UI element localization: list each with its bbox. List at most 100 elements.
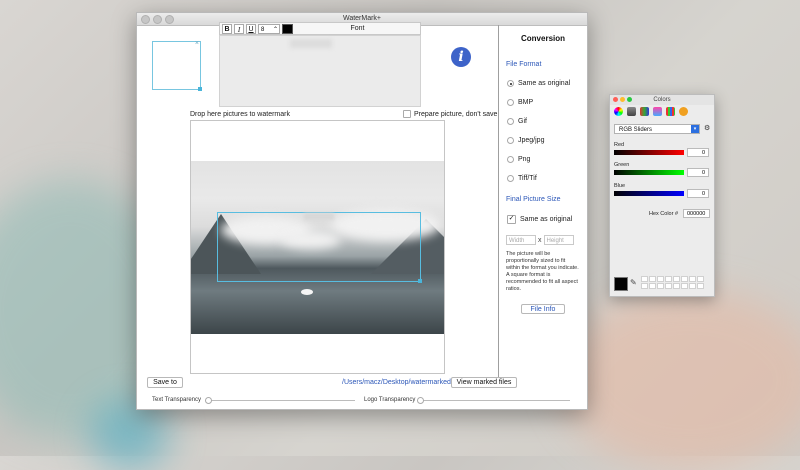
swatch-cell[interactable] — [665, 276, 672, 282]
radio-label: Tiff/Tif — [518, 175, 537, 182]
radio-label: BMP — [518, 99, 534, 106]
palettes-icon[interactable] — [640, 107, 649, 116]
swatch-cell[interactable] — [689, 276, 696, 282]
hex-input[interactable]: 000000 — [683, 209, 710, 218]
colors-title: Colors — [653, 97, 671, 103]
swatch-cell[interactable] — [649, 283, 656, 289]
red-value[interactable]: 0 — [687, 148, 709, 157]
zoom-window-button[interactable] — [627, 97, 632, 102]
bold-button[interactable]: B — [222, 23, 232, 34]
desktop-wallpaper — [90, 400, 170, 470]
blue-value[interactable]: 0 — [687, 189, 709, 198]
red-slider[interactable] — [614, 150, 684, 155]
swatch-cell[interactable] — [649, 276, 656, 282]
format-radio-png[interactable]: Png — [507, 156, 530, 163]
drop-label: Drop here pictures to watermark — [190, 111, 290, 118]
radio-icon[interactable] — [507, 156, 514, 163]
logo-transparency-track[interactable] — [420, 400, 570, 401]
height-input[interactable]: Height — [543, 235, 574, 245]
radio-icon[interactable] — [507, 137, 514, 144]
green-value[interactable]: 0 — [687, 168, 709, 177]
hex-label: Hex Color # — [649, 211, 679, 217]
checkmark-icon[interactable]: ✓ — [507, 215, 516, 224]
crayons-icon[interactable] — [679, 107, 688, 116]
swatch-cell[interactable] — [657, 276, 664, 282]
image-palettes-icon[interactable] — [653, 107, 662, 116]
blue-label: Blue — [614, 183, 626, 189]
divider — [498, 25, 499, 377]
resize-handle[interactable] — [198, 87, 202, 91]
blurred-watermark — [304, 213, 334, 220]
window-controls — [141, 15, 174, 24]
format-radio-bmp[interactable]: BMP — [507, 99, 533, 106]
prepare-label: Prepare picture, don't save — [414, 110, 498, 118]
radio-icon[interactable] — [507, 118, 514, 125]
italic-button[interactable]: I — [234, 23, 244, 34]
radio-icon[interactable] — [507, 175, 514, 182]
save-path: /Users/macz/Desktop/watermarked — [342, 379, 451, 386]
swatch-cell[interactable] — [641, 276, 648, 282]
pencils-icon[interactable] — [666, 107, 675, 116]
radio-icon[interactable] — [507, 80, 514, 87]
format-radio-same[interactable]: Same as original — [507, 80, 570, 87]
preview-image — [191, 161, 444, 334]
logo-drop-box[interactable]: × — [152, 40, 202, 91]
final-size-heading: Final Picture Size — [506, 196, 561, 203]
minimize-window-button[interactable] — [153, 15, 162, 24]
minimize-window-button[interactable] — [620, 97, 625, 102]
swatch-cell[interactable] — [689, 283, 696, 289]
eyedropper-icon[interactable]: ✎ — [630, 278, 637, 287]
swatch-cell[interactable] — [697, 276, 704, 282]
watermark-text-area[interactable] — [219, 35, 421, 107]
file-info-button[interactable]: File Info — [521, 304, 565, 314]
underline-button[interactable]: U — [246, 23, 256, 34]
swatch-cell[interactable] — [697, 283, 704, 289]
checkbox-icon[interactable] — [403, 110, 411, 118]
swatch-cell[interactable] — [681, 276, 688, 282]
text-transparency-track[interactable] — [205, 400, 355, 401]
view-marked-files-button[interactable]: View marked files — [451, 377, 517, 388]
swatch-cell[interactable] — [641, 283, 648, 289]
font-button[interactable]: Font — [295, 25, 420, 32]
red-label: Red — [614, 142, 625, 148]
color-wheel-icon[interactable] — [614, 107, 623, 116]
format-toolbar: B I U 8 ⌃ Font — [219, 22, 421, 35]
width-input[interactable]: Width — [506, 235, 536, 245]
same-size-checkbox[interactable]: ✓ Same as original — [507, 215, 572, 224]
resize-handle[interactable] — [418, 279, 422, 283]
swatch-cell[interactable] — [657, 283, 664, 289]
green-slider[interactable] — [614, 170, 684, 175]
watermark-area[interactable] — [217, 212, 422, 283]
colors-title-bar[interactable]: Colors — [610, 95, 714, 105]
green-label: Green — [614, 162, 630, 168]
swatch-cell[interactable] — [673, 283, 680, 289]
blue-slider[interactable] — [614, 191, 684, 196]
radio-label: Jpeg/jpg — [518, 137, 545, 144]
swatch-cell[interactable] — [681, 283, 688, 289]
zoom-window-button[interactable] — [165, 15, 174, 24]
text-color-swatch[interactable] — [282, 23, 293, 34]
color-mode-select[interactable]: RGB Sliders ▾ — [614, 124, 700, 134]
picture-drop-zone[interactable] — [190, 120, 445, 374]
swatch-cell[interactable] — [665, 283, 672, 289]
close-window-button[interactable] — [141, 15, 150, 24]
radio-icon[interactable] — [507, 99, 514, 106]
save-to-button[interactable]: Save to — [147, 377, 183, 388]
close-icon[interactable]: × — [195, 40, 199, 47]
text-transparency-slider[interactable] — [205, 397, 212, 404]
gear-icon[interactable]: ⚙ — [704, 124, 710, 132]
dimension-row: Width x Height — [506, 235, 574, 245]
info-icon[interactable]: i — [451, 47, 471, 67]
logo-transparency-slider[interactable] — [417, 397, 424, 404]
close-window-button[interactable] — [613, 97, 618, 102]
swatch-cell[interactable] — [673, 276, 680, 282]
format-radio-tiff[interactable]: Tiff/Tif — [507, 175, 537, 182]
color-swatch-grid[interactable] — [641, 276, 704, 289]
format-radio-gif[interactable]: Gif — [507, 118, 527, 125]
desktop-wallpaper — [560, 290, 800, 470]
prepare-checkbox[interactable]: Prepare picture, don't save — [403, 110, 497, 118]
sliders-icon[interactable] — [627, 107, 636, 116]
format-radio-jpeg[interactable]: Jpeg/jpg — [507, 137, 544, 144]
font-size-select[interactable]: 8 ⌃ — [258, 23, 280, 34]
color-well[interactable] — [614, 277, 628, 291]
